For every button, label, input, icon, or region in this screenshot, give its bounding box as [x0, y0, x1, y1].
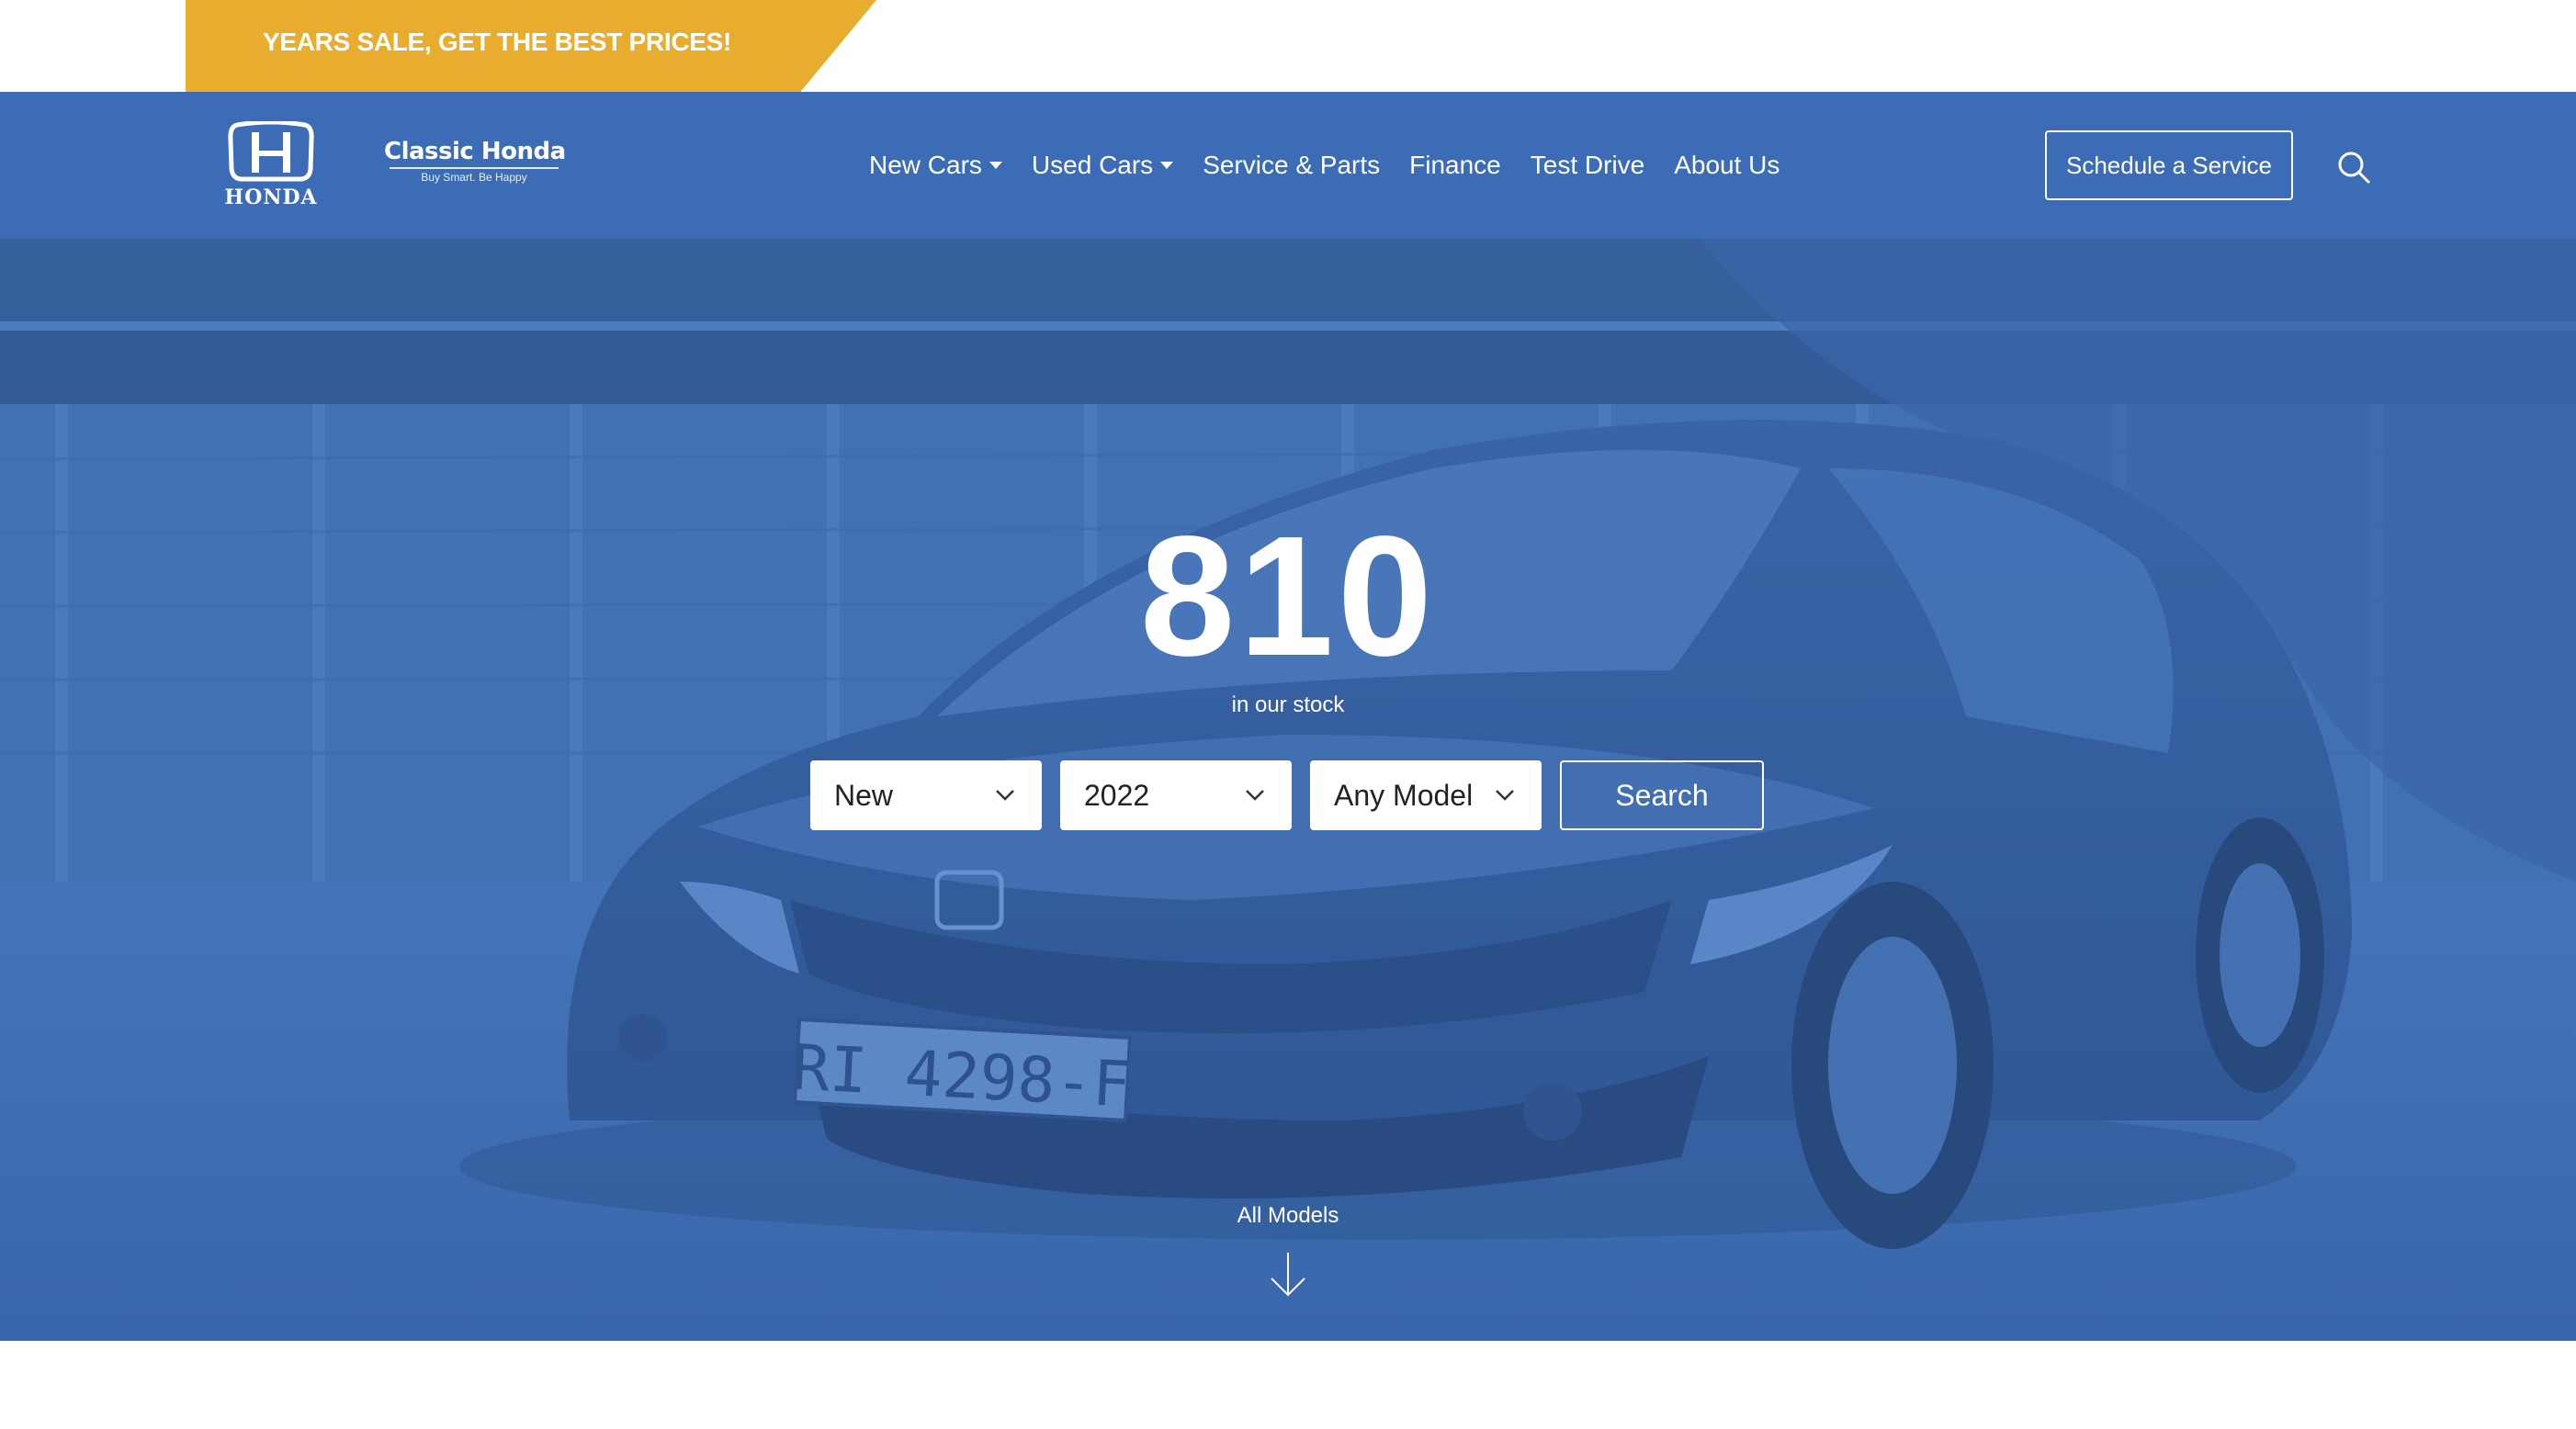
search-icon[interactable]	[2333, 147, 2374, 187]
inventory-search-bar: New 2022 Any Model Search	[810, 760, 1764, 830]
model-select[interactable]: Any Model	[1310, 760, 1542, 830]
nav-item-used-cars[interactable]: Used Cars	[1031, 151, 1174, 180]
honda-logo[interactable]: HONDA	[204, 119, 338, 209]
condition-select-value: New	[834, 778, 894, 812]
promo-banner[interactable]: YEARS SALE, GET THE BEST PRICES!	[186, 0, 876, 92]
nav-item-about-us[interactable]: About Us	[1674, 151, 1779, 180]
model-select-value: Any Model	[1334, 778, 1474, 812]
dealer-brand[interactable]: Classic Honda Buy Smart. Be Happy	[384, 136, 566, 191]
chevron-down-icon	[1246, 790, 1264, 801]
nav-item-finance[interactable]: Finance	[1409, 151, 1501, 180]
stock-subtitle: in our stock	[1231, 692, 1345, 717]
dealer-name: Classic Honda	[384, 138, 566, 165]
nav-item-new-cars[interactable]: New Cars	[869, 151, 1002, 180]
stock-count: 810	[1139, 501, 1437, 692]
chevron-down-icon	[1496, 790, 1514, 801]
caret-down-icon	[989, 162, 1002, 169]
nav-item-label: Used Cars	[1031, 151, 1154, 179]
nav-item-label: About Us	[1674, 151, 1780, 179]
nav-item-label: New Cars	[869, 151, 982, 179]
hero-section: RI 4298-F 810 in our stock New 2022 Any …	[0, 239, 2576, 1341]
dealer-tagline: Buy Smart. Be Happy	[421, 171, 527, 184]
caret-down-icon	[1160, 162, 1174, 169]
condition-select[interactable]: New	[810, 760, 1042, 830]
nav-menu: New Cars Used Cars Service & Parts Finan…	[869, 92, 1809, 239]
nav-item-label: Test Drive	[1530, 151, 1645, 179]
year-select-value: 2022	[1084, 778, 1150, 812]
nav-item-label: Finance	[1409, 151, 1501, 179]
nav-item-label: Service & Parts	[1203, 151, 1381, 179]
nav-item-test-drive[interactable]: Test Drive	[1531, 151, 1644, 180]
promo-text: YEARS SALE, GET THE BEST PRICES!	[263, 28, 732, 56]
year-select[interactable]: 2022	[1060, 760, 1292, 830]
arrow-down-icon[interactable]	[1268, 1249, 1308, 1300]
chevron-down-icon	[996, 790, 1014, 801]
promo-row: YEARS SALE, GET THE BEST PRICES!	[0, 0, 2576, 92]
nav-item-service-parts[interactable]: Service & Parts	[1203, 151, 1380, 180]
honda-logo-text: HONDA	[224, 186, 317, 208]
all-models-link[interactable]: All Models	[0, 1203, 2576, 1229]
main-navbar: HONDA Classic Honda Buy Smart. Be Happy …	[0, 92, 2576, 239]
schedule-service-button[interactable]: Schedule a Service	[2045, 130, 2293, 200]
search-button[interactable]: Search	[1560, 760, 1764, 830]
